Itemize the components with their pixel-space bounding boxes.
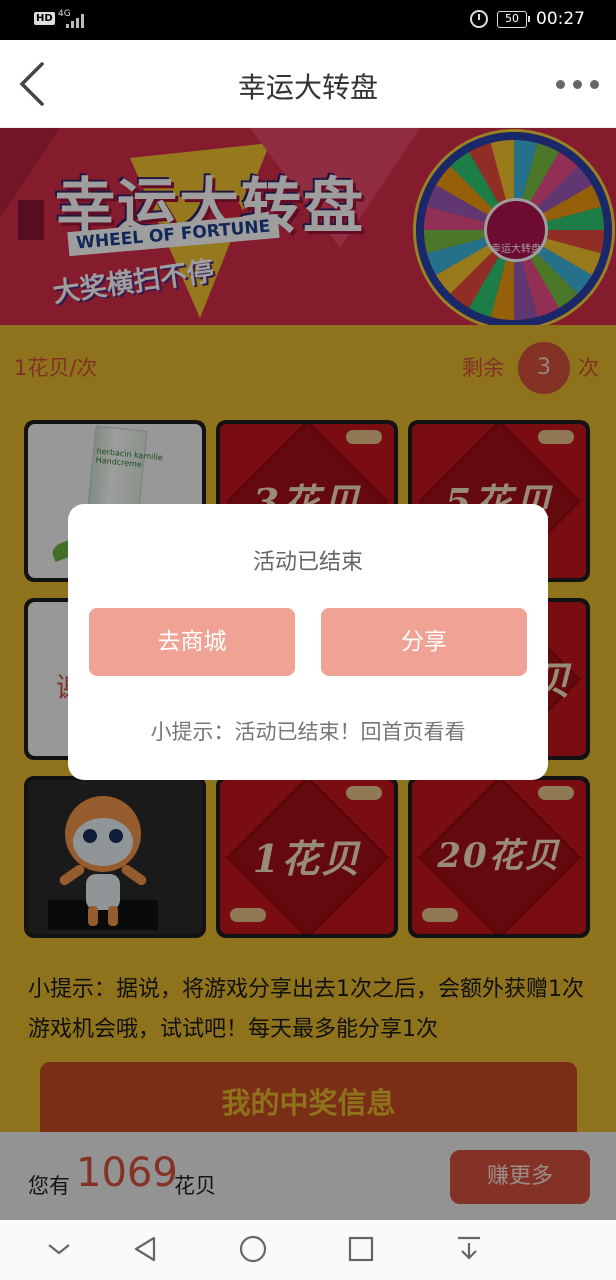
system-nav-bar — [0, 1220, 616, 1280]
go-to-mall-button[interactable]: 去商城 — [89, 608, 295, 676]
more-options-icon[interactable] — [556, 80, 600, 90]
hd-icon: HD — [34, 12, 55, 25]
dialog-title: 活动已结束 — [252, 550, 363, 575]
notification-pull-icon[interactable] — [454, 1234, 484, 1264]
activity-ended-dialog: 活动已结束 去商城 分享 小提示：活动已结束！回首页看看 — [68, 504, 548, 780]
alarm-icon — [470, 10, 488, 28]
nav-back-icon[interactable] — [130, 1234, 160, 1264]
chevron-down-icon[interactable] — [44, 1234, 74, 1264]
battery-icon: 50 — [497, 11, 530, 28]
status-bar: HD 4G 50 00:27 — [0, 0, 616, 40]
signal-icon — [66, 12, 88, 28]
share-button[interactable]: 分享 — [321, 608, 527, 676]
page-title: 幸运大转盘 — [237, 71, 378, 104]
nav-recents-icon[interactable] — [346, 1234, 376, 1264]
nav-home-icon[interactable] — [238, 1234, 268, 1264]
app-header: 幸运大转盘 — [0, 40, 616, 128]
clock: 00:27 — [536, 9, 585, 29]
dialog-tip: 小提示：活动已结束！回首页看看 — [150, 720, 466, 744]
